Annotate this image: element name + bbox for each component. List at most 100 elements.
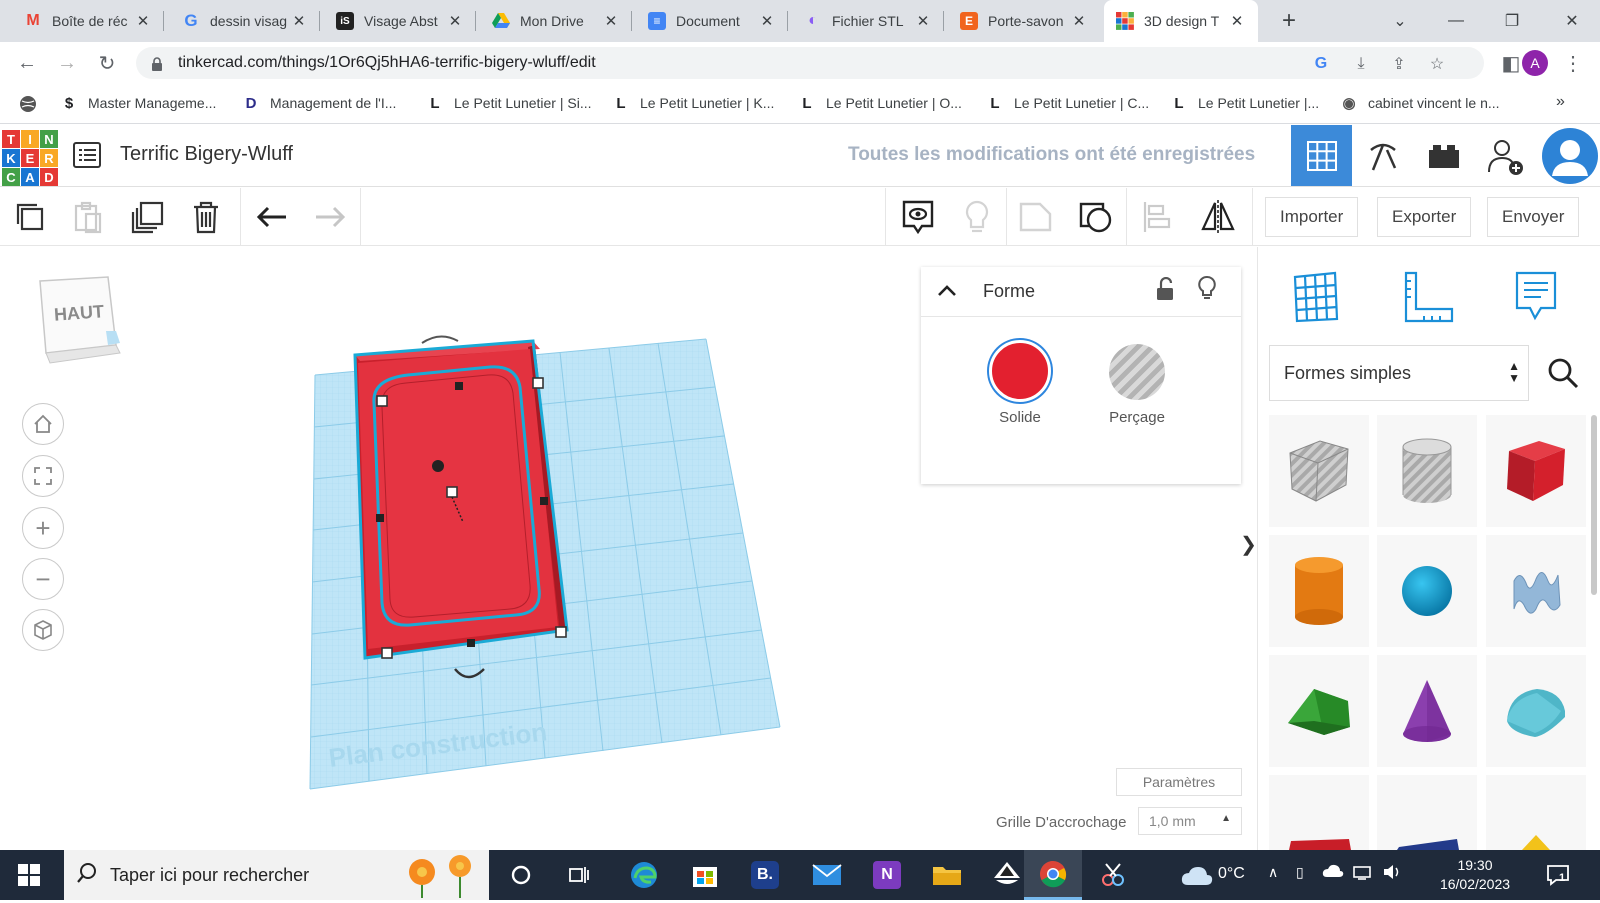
shape-pyramid[interactable] <box>1486 775 1586 850</box>
booking-icon[interactable]: B. <box>748 858 782 892</box>
rotate-handle-top[interactable] <box>421 335 459 344</box>
collapse-chevron-up-icon[interactable] <box>935 279 959 303</box>
view-cube[interactable]: HAUT <box>36 275 126 365</box>
omnibox[interactable]: tinkercad.com/things/1Or6Qj5hHA6-terrifi… <box>136 47 1484 79</box>
shape-roof[interactable] <box>1269 655 1369 767</box>
selected-box-shape[interactable] <box>353 339 569 660</box>
volume-icon[interactable] <box>1382 863 1402 886</box>
profile-avatar[interactable]: A <box>1522 50 1548 76</box>
tray-chevron-up-icon[interactable]: ∧ <box>1268 864 1278 881</box>
shape-cylinder[interactable] <box>1269 535 1369 647</box>
redo-button[interactable] <box>306 194 354 240</box>
fit-view-button[interactable] <box>22 455 64 497</box>
invite-user-button[interactable] <box>1474 125 1535 186</box>
taskbar-clock[interactable]: 19:30 16/02/2023 <box>1430 856 1520 894</box>
zoom-out-button[interactable]: − <box>22 558 64 600</box>
back-icon[interactable]: ← <box>12 48 42 78</box>
show-all-button[interactable] <box>953 194 1001 240</box>
tray-device-icon[interactable]: ▯ <box>1296 864 1304 881</box>
new-tab-button[interactable]: + <box>1274 6 1304 36</box>
close-window-icon[interactable]: ✕ <box>1544 0 1600 42</box>
chrome-taskbar-button[interactable] <box>1024 850 1082 900</box>
import-button[interactable]: Importer <box>1265 197 1359 237</box>
browser-tab-document[interactable]: ≡ Document ✕ <box>636 0 788 42</box>
paste-button[interactable] <box>64 194 112 240</box>
3d-scene[interactable]: Plan construction <box>290 327 810 827</box>
onedrive-cloud-icon[interactable] <box>1322 863 1344 884</box>
notes-tool-button[interactable] <box>1506 267 1566 327</box>
search-shapes-button[interactable] <box>1533 345 1593 401</box>
browser-tab-stl[interactable]: ◐ Fichier STL ✕ <box>792 0 944 42</box>
shape-round-roof[interactable] <box>1486 655 1586 767</box>
minimize-icon[interactable]: — <box>1428 0 1484 42</box>
browser-tab-gmail[interactable]: M Boîte de réc ✕ <box>12 0 164 42</box>
lock-icon[interactable] <box>146 53 168 75</box>
delete-button[interactable] <box>182 194 230 240</box>
duplicate-button[interactable] <box>124 194 172 240</box>
browser-tab-visage[interactable]: iS Visage Abst ✕ <box>324 0 476 42</box>
taskbar-search-box[interactable]: Taper ici pour rechercher <box>64 850 489 900</box>
shape-cylinder-hole[interactable] <box>1377 415 1477 527</box>
close-tab-icon[interactable]: ✕ <box>1070 12 1088 30</box>
url-text[interactable]: tinkercad.com/things/1Or6Qj5hHA6-terrifi… <box>178 54 596 72</box>
globe-icon[interactable] <box>18 94 38 114</box>
blocks-view-button[interactable] <box>1352 125 1413 186</box>
solid-color-swatch[interactable] <box>989 340 1051 402</box>
shape-scribble[interactable] <box>1486 535 1586 647</box>
tab-search-icon[interactable]: ⌄ <box>1372 0 1428 42</box>
google-lens-icon[interactable]: G <box>1310 53 1332 75</box>
unlock-icon[interactable] <box>1155 276 1179 303</box>
weather-cloud-icon[interactable] <box>1180 865 1214 887</box>
onenote-icon[interactable]: N <box>870 858 904 892</box>
snipping-tool-icon[interactable] <box>1096 858 1130 892</box>
install-icon[interactable]: ⤓ <box>1350 53 1372 75</box>
shapes-scrollbar[interactable] <box>1591 415 1597 595</box>
copy-button[interactable] <box>6 194 54 240</box>
align-button[interactable] <box>1132 194 1180 240</box>
cortana-icon[interactable] <box>504 858 538 892</box>
ungroup-button[interactable] <box>1072 194 1120 240</box>
bricks-view-button[interactable] <box>1413 125 1474 186</box>
projection-button[interactable] <box>22 609 64 651</box>
mirror-button[interactable] <box>1194 194 1242 240</box>
close-tab-icon[interactable]: ✕ <box>914 12 932 30</box>
windows-start-icon[interactable] <box>12 858 46 892</box>
snap-grid-select[interactable]: 1,0 mm ▲ <box>1138 807 1242 835</box>
mail-icon[interactable] <box>810 858 844 892</box>
browser-tab-google[interactable]: G dessin visag ✕ <box>170 0 320 42</box>
more-bookmarks-icon[interactable]: » <box>1556 93 1565 111</box>
weather-temperature[interactable]: 0°C <box>1218 865 1245 883</box>
close-tab-icon[interactable]: ✕ <box>134 12 152 30</box>
bookmark-lunetier-3[interactable]: L Le Petit Lunetier | O... <box>798 94 962 112</box>
close-tab-icon[interactable]: ✕ <box>602 12 620 30</box>
ruler-tool-button[interactable] <box>1398 267 1458 327</box>
inkscape-icon[interactable] <box>990 858 1024 892</box>
browser-tab-tinkercad[interactable]: 3D design T ✕ <box>1104 0 1258 42</box>
bookmark-lunetier-1[interactable]: L Le Petit Lunetier | Si... <box>426 94 591 112</box>
network-icon[interactable] <box>1352 863 1372 886</box>
shape-text[interactable] <box>1269 775 1369 850</box>
restore-icon[interactable]: ❐ <box>1484 0 1540 42</box>
shape-tube[interactable] <box>1377 775 1477 850</box>
workplane-tool-button[interactable] <box>1286 267 1346 327</box>
shape-category-select[interactable]: Formes simples ▲ ▼ <box>1269 345 1529 401</box>
shape-box-hole[interactable] <box>1269 415 1369 527</box>
forward-icon[interactable]: → <box>52 48 82 78</box>
close-tab-icon[interactable]: ✕ <box>290 12 308 30</box>
bookmark-cabinet[interactable]: ◉ cabinet vincent le n... <box>1340 94 1499 112</box>
user-avatar[interactable] <box>1539 125 1600 186</box>
browser-tab-etsy[interactable]: E Porte-savon ✕ <box>948 0 1100 42</box>
collapse-panel-button[interactable]: ❯ <box>1240 519 1257 569</box>
bookmark-lunetier-5[interactable]: L Le Petit Lunetier |... <box>1170 94 1319 112</box>
notifications-button[interactable]: 1 <box>1546 863 1570 887</box>
bookmark-star-icon[interactable]: ☆ <box>1426 53 1448 75</box>
shape-sphere[interactable] <box>1377 535 1477 647</box>
3d-view-button[interactable] <box>1291 125 1352 186</box>
tinkercad-logo[interactable]: T I N K E R C A D <box>2 130 58 186</box>
reload-icon[interactable]: ↻ <box>92 48 122 78</box>
shape-cone[interactable] <box>1377 655 1477 767</box>
close-tab-icon[interactable]: ✕ <box>446 12 464 30</box>
file-explorer-icon[interactable] <box>930 858 964 892</box>
hole-swatch[interactable] <box>1109 344 1165 400</box>
design-list-icon[interactable] <box>72 140 104 172</box>
